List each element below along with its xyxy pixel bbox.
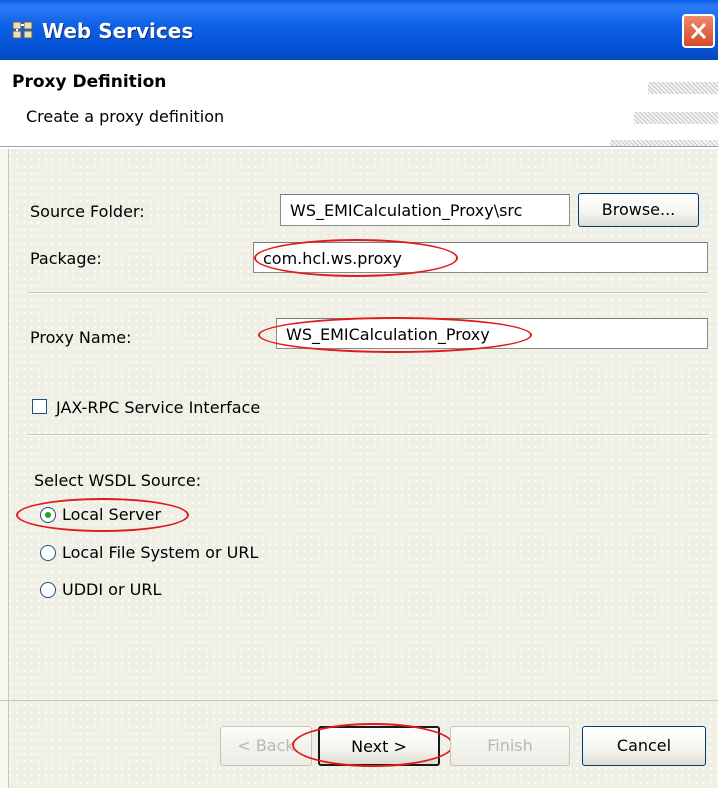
title-bar[interactable]: Web Services bbox=[0, 0, 718, 60]
separator bbox=[28, 292, 708, 294]
proxy-name-label: Proxy Name: bbox=[30, 328, 132, 347]
window-title: Web Services bbox=[42, 19, 194, 43]
local-server-label[interactable]: Local Server bbox=[62, 505, 161, 524]
local-file-system-radio[interactable] bbox=[40, 545, 56, 561]
proxy-name-field[interactable]: WS_EMICalculation_Proxy bbox=[276, 318, 708, 349]
local-file-system-label[interactable]: Local File System or URL bbox=[62, 543, 258, 562]
wsdl-source-label: Select WSDL Source: bbox=[34, 471, 202, 490]
close-icon bbox=[690, 22, 707, 40]
jaxrpc-checkbox[interactable] bbox=[32, 399, 47, 414]
separator bbox=[28, 434, 708, 436]
button-bar-divider bbox=[0, 700, 718, 701]
package-label: Package: bbox=[30, 249, 102, 268]
web-services-icon bbox=[12, 20, 34, 40]
web-services-dialog: Web Services Proxy Definition Create a p… bbox=[0, 0, 718, 788]
browse-button[interactable]: Browse... bbox=[578, 193, 699, 227]
page-title: Proxy Definition bbox=[12, 72, 167, 92]
back-button[interactable]: < Back bbox=[220, 726, 312, 766]
page-description: Create a proxy definition bbox=[26, 107, 225, 126]
next-button[interactable]: Next > bbox=[318, 726, 440, 766]
source-folder-field[interactable]: WS_EMICalculation_Proxy\src bbox=[280, 194, 570, 226]
uddi-label[interactable]: UDDI or URL bbox=[62, 580, 161, 599]
package-field[interactable]: com.hcl.ws.proxy bbox=[253, 242, 708, 273]
finish-button[interactable]: Finish bbox=[450, 726, 570, 766]
uddi-radio[interactable] bbox=[40, 582, 56, 598]
source-folder-label: Source Folder: bbox=[30, 202, 145, 221]
close-button[interactable] bbox=[682, 14, 715, 48]
cancel-button[interactable]: Cancel bbox=[582, 726, 706, 766]
local-server-radio[interactable] bbox=[40, 507, 56, 523]
jaxrpc-label: JAX-RPC Service Interface bbox=[56, 398, 261, 417]
